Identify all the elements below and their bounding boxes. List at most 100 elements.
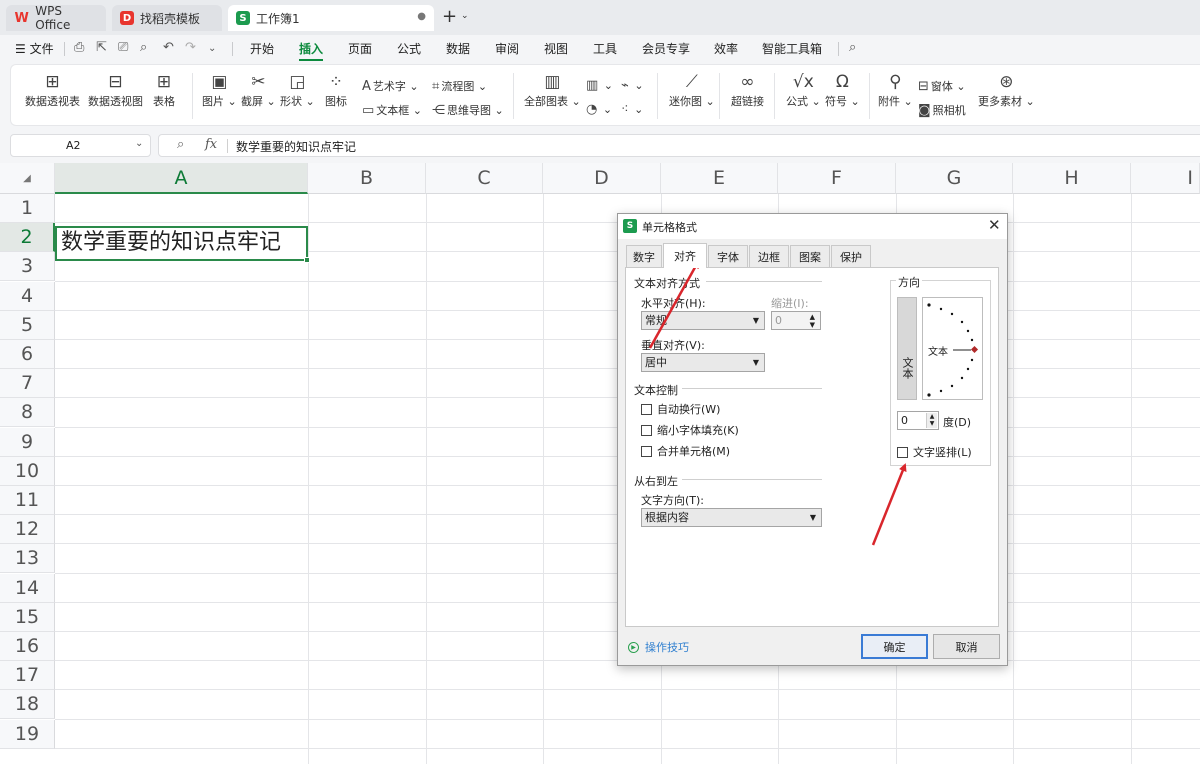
art-text-button[interactable]: A 艺术字 ⌄ bbox=[362, 78, 419, 94]
row-header-19[interactable]: 19 bbox=[0, 719, 55, 749]
row-header-8[interactable]: 8 bbox=[0, 398, 55, 428]
tab-border[interactable]: 边框 bbox=[749, 245, 789, 267]
search-icon[interactable]: ⌕ bbox=[849, 40, 856, 55]
tab-pattern[interactable]: 图案 bbox=[790, 245, 830, 267]
wrap-text-checkbox[interactable]: 自动换行(W) bbox=[641, 401, 720, 417]
attachment-button[interactable]: ⚲ 附件 ⌄ bbox=[878, 71, 913, 109]
row-header-14[interactable]: 14 bbox=[0, 573, 55, 603]
column-header-i[interactable]: I bbox=[1131, 163, 1200, 194]
tab-protection[interactable]: 保护 bbox=[831, 245, 871, 267]
row-header-18[interactable]: 18 bbox=[0, 690, 55, 720]
menu-efficiency[interactable]: 效率 bbox=[714, 40, 738, 57]
column-header-c[interactable]: C bbox=[426, 163, 543, 194]
fx-icon[interactable]: fx bbox=[205, 137, 217, 152]
row-header-4[interactable]: 4 bbox=[0, 281, 55, 311]
row-header-17[interactable]: 17 bbox=[0, 661, 55, 691]
merge-cells-checkbox[interactable]: 合并单元格(M) bbox=[641, 443, 730, 459]
flowchart-button[interactable]: ⌗ 流程图 ⌄ bbox=[432, 78, 487, 94]
column-header-e[interactable]: E bbox=[661, 163, 778, 194]
menu-review[interactable]: 审阅 bbox=[495, 40, 519, 57]
column-header-d[interactable]: D bbox=[543, 163, 661, 194]
row-header-10[interactable]: 10 bbox=[0, 456, 55, 486]
redo-icon[interactable]: ↷ bbox=[185, 40, 196, 55]
vertical-stack-checkbox[interactable]: 文字竖排(L) bbox=[897, 444, 972, 460]
more-materials-button[interactable]: ⊛ 更多素材 ⌄ bbox=[978, 71, 1035, 109]
row-header-15[interactable]: 15 bbox=[0, 602, 55, 632]
row-header-7[interactable]: 7 bbox=[0, 369, 55, 399]
row-header-6[interactable]: 6 bbox=[0, 340, 55, 369]
window-form-button[interactable]: ⊟ 窗体 ⌄ bbox=[918, 78, 966, 94]
row-header-5[interactable]: 5 bbox=[0, 310, 55, 340]
cancel-button[interactable]: 取消 bbox=[933, 634, 1000, 659]
table-button[interactable]: ⊞ 表格 bbox=[153, 71, 175, 109]
vertical-align-select[interactable]: 居中 ▼ bbox=[641, 353, 765, 372]
menu-data[interactable]: 数据 bbox=[446, 40, 470, 57]
row-header-13[interactable]: 13 bbox=[0, 544, 55, 574]
sparkline-button[interactable]: ⟋ 迷你图 ⌄ bbox=[669, 71, 715, 109]
screenshot-button[interactable]: ✂ 截屏 ⌄ bbox=[241, 71, 276, 109]
menu-file[interactable]: ☰ 文件 bbox=[15, 40, 54, 57]
save-icon[interactable]: ⎙ bbox=[74, 40, 84, 55]
row-header-2[interactable]: 2 bbox=[0, 223, 55, 253]
column-header-g[interactable]: G bbox=[896, 163, 1013, 194]
text-box-button[interactable]: ▭ 文本框 ⌄ bbox=[362, 102, 422, 118]
row-header-1[interactable]: 1 bbox=[0, 194, 55, 223]
tab-list-chevron-icon[interactable]: ⌄ bbox=[461, 11, 469, 21]
menu-view[interactable]: 视图 bbox=[544, 40, 568, 57]
tab-alignment[interactable]: 对齐 bbox=[663, 243, 707, 268]
unsaved-dot-icon[interactable]: ● bbox=[417, 11, 426, 22]
spinner-arrows-icon[interactable]: ▲ ▼ bbox=[926, 413, 937, 428]
tab-workbook[interactable]: S 工作簿1 ● bbox=[228, 5, 434, 31]
row-header-16[interactable]: 16 bbox=[0, 632, 55, 661]
text-direction-select[interactable]: 根据内容 ▼ bbox=[641, 508, 822, 527]
orientation-dial[interactable]: 文本 bbox=[922, 297, 983, 400]
picture-button[interactable]: ▣ 图片 ⌄ bbox=[202, 71, 237, 109]
shrink-to-fit-checkbox[interactable]: 缩小字体填充(K) bbox=[641, 422, 739, 438]
pivot-chart-button[interactable]: ⊟ 数据透视图 bbox=[88, 71, 143, 109]
menu-member[interactable]: 会员专享 bbox=[642, 40, 690, 57]
shape-button[interactable]: ◲ 形状 ⌄ bbox=[280, 71, 315, 109]
column-header-h[interactable]: H bbox=[1013, 163, 1131, 194]
zoom-formula-icon[interactable]: ⌕ bbox=[177, 137, 184, 152]
vertical-text-orientation-button[interactable]: 文本 bbox=[897, 297, 917, 400]
column-chart-button[interactable]: ▥ ⌄ bbox=[586, 78, 613, 93]
hyperlink-button[interactable]: ∞ 超链接 bbox=[731, 71, 764, 109]
horizontal-align-select[interactable]: 常规 ▼ bbox=[641, 311, 765, 330]
print-icon[interactable]: ⎚ bbox=[118, 40, 128, 55]
menu-page[interactable]: 页面 bbox=[348, 40, 372, 57]
column-header-f[interactable]: F bbox=[778, 163, 896, 194]
mindmap-button[interactable]: ⋲ 思维导图 ⌄ bbox=[432, 102, 504, 118]
column-header-a[interactable]: A bbox=[55, 163, 308, 194]
tab-wps-office[interactable]: W WPS Office bbox=[6, 4, 106, 32]
export-icon[interactable]: ⇱ bbox=[96, 40, 107, 55]
menu-smart-toolbox[interactable]: 智能工具箱 bbox=[762, 40, 822, 57]
tab-font[interactable]: 字体 bbox=[708, 245, 748, 267]
active-cell-a2[interactable]: 数学重要的知识点牢记 bbox=[55, 226, 310, 263]
icon-button[interactable]: ⁘ 图标 bbox=[325, 71, 347, 109]
scatter-chart-button[interactable]: ⁖ ⌄ bbox=[621, 102, 643, 117]
degree-spinner[interactable]: 0 ▲ ▼ bbox=[897, 411, 939, 430]
select-all-corner[interactable]: ◢ bbox=[0, 163, 55, 194]
row-header-3[interactable]: 3 bbox=[0, 252, 55, 282]
indent-spinner[interactable]: 0 ▲ ▼ bbox=[771, 311, 821, 330]
print-preview-icon[interactable]: ⌕ bbox=[140, 40, 147, 55]
pie-chart-button[interactable]: ◔ ⌄ bbox=[586, 102, 612, 117]
close-icon[interactable]: ✕ bbox=[988, 216, 1001, 234]
menu-formula[interactable]: 公式 bbox=[397, 40, 421, 57]
tab-template[interactable]: D 找稻壳模板 bbox=[112, 5, 222, 31]
all-charts-button[interactable]: ▥ 全部图表 ⌄ bbox=[524, 71, 581, 109]
undo-icon[interactable]: ↶ bbox=[163, 40, 174, 55]
fill-handle[interactable] bbox=[304, 257, 310, 263]
menu-insert[interactable]: 插入 bbox=[299, 40, 323, 57]
row-header-12[interactable]: 12 bbox=[0, 515, 55, 545]
spinner-arrows-icon[interactable]: ▲ ▼ bbox=[810, 313, 815, 329]
pivot-table-button[interactable]: ⊞ 数据透视表 bbox=[25, 71, 80, 109]
row-header-9[interactable]: 9 bbox=[0, 427, 55, 457]
ok-button[interactable]: 确定 bbox=[861, 634, 928, 659]
tab-number[interactable]: 数字 bbox=[626, 245, 662, 267]
formula-button[interactable]: √x 公式 ⌄ bbox=[786, 71, 821, 109]
camera-button[interactable]: ◙ 照相机 bbox=[918, 102, 966, 118]
tips-link[interactable]: ▶ 操作技巧 bbox=[628, 639, 689, 655]
quick-access-chevron-icon[interactable]: ⌄ bbox=[208, 43, 216, 54]
menu-tools[interactable]: 工具 bbox=[593, 40, 617, 57]
